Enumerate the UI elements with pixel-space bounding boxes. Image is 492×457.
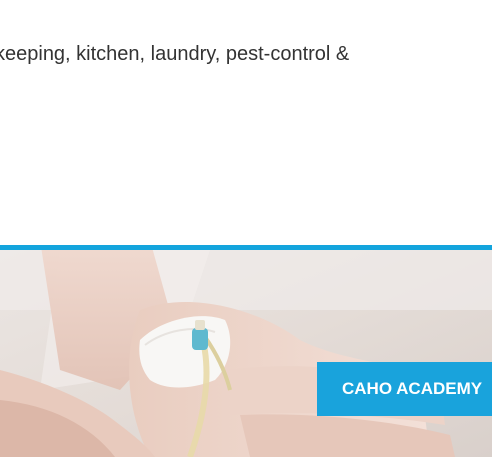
iv-drip-photo-icon — [0, 250, 492, 457]
caho-academy-button[interactable]: CAHO ACADEMY — [317, 362, 492, 416]
caho-academy-button-label: CAHO ACADEMY — [342, 379, 483, 398]
paragraph-line: keeping, kitchen, laundry, pest-control … — [0, 43, 350, 65]
hero-banner: CAHO ACADEMY — [0, 250, 492, 457]
page: keeping, kitchen, laundry, pest-control … — [0, 0, 492, 457]
content-section: keeping, kitchen, laundry, pest-control … — [0, 40, 492, 68]
